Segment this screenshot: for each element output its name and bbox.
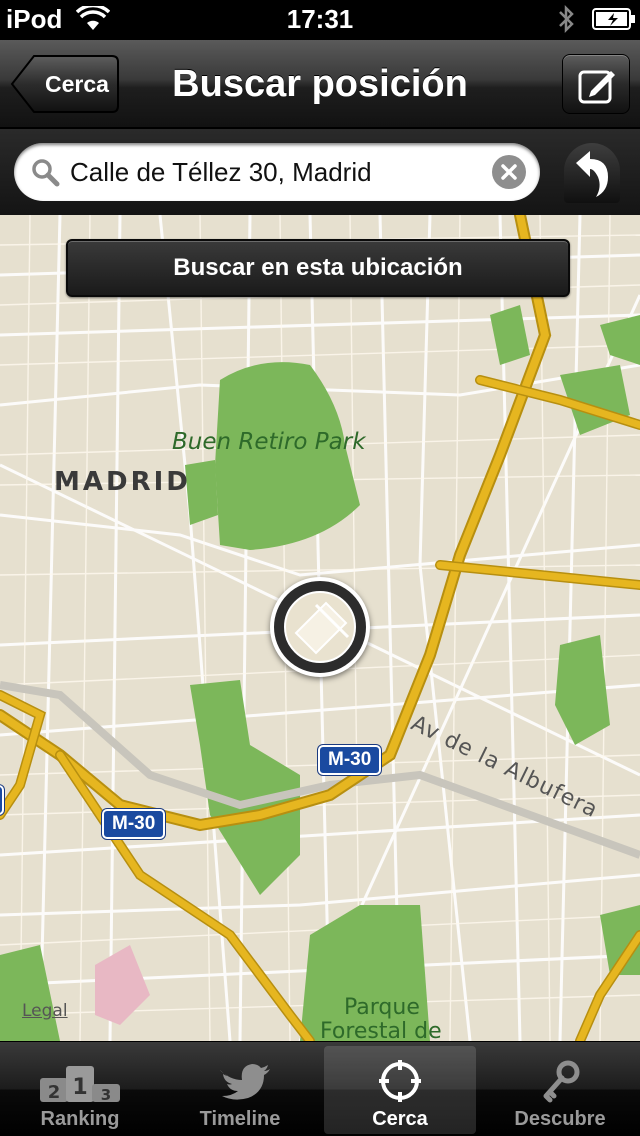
search-here-button[interactable]: Buscar en esta ubicación bbox=[66, 239, 570, 297]
map-view[interactable]: Buen Retiro Park MADRID Av de la Albufer… bbox=[0, 215, 640, 1041]
status-bar: iPod 17:31 bbox=[0, 0, 640, 40]
map-label-city: MADRID bbox=[54, 467, 191, 497]
bluetooth-icon bbox=[556, 4, 576, 39]
legal-link[interactable]: Legal bbox=[22, 1001, 68, 1021]
highway-shield: M-30 bbox=[102, 809, 166, 839]
clear-icon bbox=[501, 164, 517, 180]
location-marker[interactable] bbox=[270, 577, 370, 677]
svg-text:2: 2 bbox=[48, 1082, 61, 1103]
map-label-park: Buen Retiro Park bbox=[172, 429, 366, 455]
undo-arrow-icon bbox=[576, 151, 608, 197]
tab-label: Ranking bbox=[40, 1108, 120, 1130]
compose-button[interactable] bbox=[562, 54, 630, 114]
back-button[interactable]: Cerca bbox=[10, 54, 120, 114]
highway-shield: M-30 bbox=[318, 745, 382, 775]
search-bar bbox=[0, 129, 640, 215]
navigation-bar: Cerca Buscar posición bbox=[0, 40, 640, 128]
tab-timeline[interactable]: Timeline bbox=[164, 1042, 316, 1136]
tab-label: Descubre bbox=[514, 1108, 606, 1130]
tab-label: Timeline bbox=[199, 1108, 281, 1130]
search-field[interactable] bbox=[14, 143, 540, 201]
status-time: 17:31 bbox=[286, 4, 354, 34]
tab-ranking[interactable]: 2 1 3 Ranking bbox=[4, 1042, 156, 1136]
tab-descubre[interactable]: Descubre bbox=[484, 1042, 636, 1136]
search-input[interactable] bbox=[70, 151, 490, 193]
tab-cerca[interactable]: Cerca bbox=[324, 1046, 476, 1134]
back-button-label: Cerca bbox=[45, 71, 109, 97]
clear-search-button[interactable] bbox=[492, 155, 526, 189]
tab-bar: 2 1 3 Ranking Timeline Cerca Descubre bbox=[0, 1041, 640, 1136]
map-label-parque-line1: Parque bbox=[344, 995, 420, 1020]
page-title: Buscar posición bbox=[172, 63, 468, 105]
crosshair-icon bbox=[324, 1056, 476, 1106]
highway-shield-partial bbox=[0, 785, 4, 815]
svg-text:3: 3 bbox=[101, 1086, 111, 1104]
svg-text:1: 1 bbox=[72, 1075, 87, 1100]
map-label-parque-line2: Forestal de bbox=[320, 1019, 442, 1041]
search-icon bbox=[32, 159, 60, 187]
tab-label: Cerca bbox=[372, 1108, 428, 1130]
battery-icon bbox=[592, 8, 636, 35]
twitter-bird-icon bbox=[164, 1056, 316, 1106]
ranking-podium-icon: 2 1 3 bbox=[4, 1056, 156, 1106]
compose-icon bbox=[578, 70, 615, 104]
location-marker-preview bbox=[284, 591, 356, 663]
undo-button[interactable] bbox=[564, 143, 620, 203]
key-icon bbox=[484, 1056, 636, 1106]
